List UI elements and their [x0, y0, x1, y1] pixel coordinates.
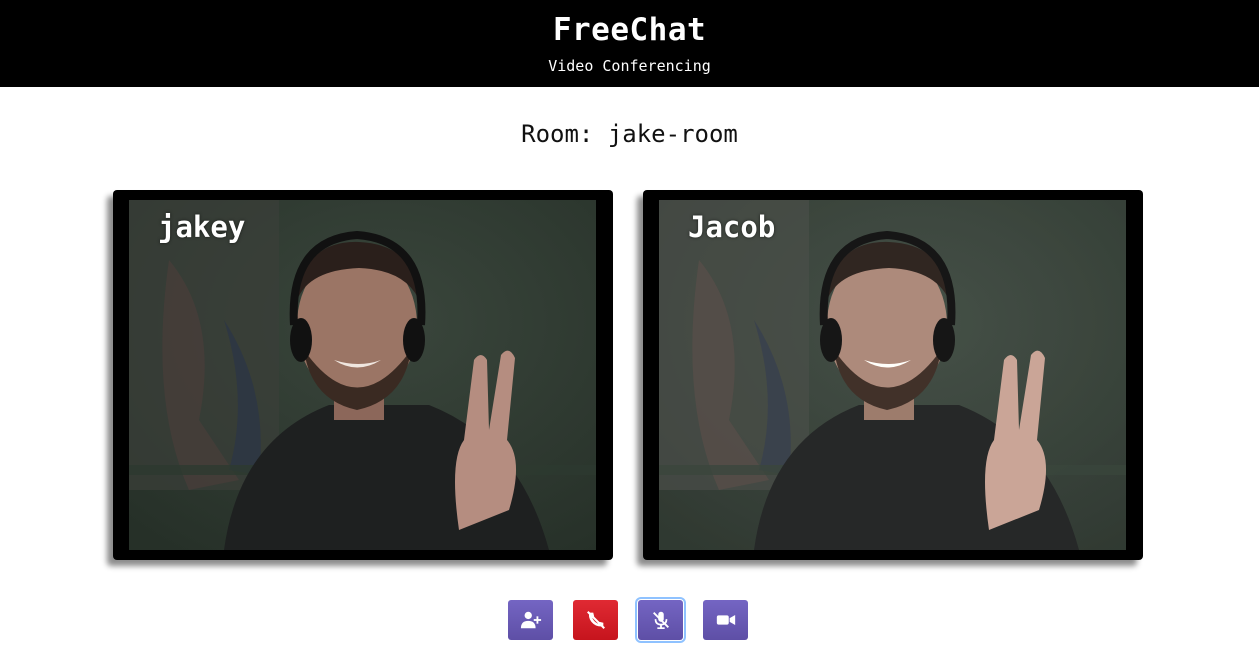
- mute-button[interactable]: [635, 597, 686, 643]
- participant-name: jakey: [158, 210, 246, 244]
- add-user-button[interactable]: [508, 600, 553, 640]
- app-subtitle: Video Conferencing: [548, 57, 711, 75]
- video-feed: [659, 200, 1126, 550]
- webcam-image: [129, 200, 596, 550]
- call-controls: [0, 597, 1259, 643]
- room-label: Room: jake-room: [521, 120, 738, 148]
- video-toggle-button[interactable]: [703, 600, 748, 640]
- app-title: FreeChat: [552, 12, 707, 48]
- app-header: FreeChat Video Conferencing: [0, 0, 1259, 87]
- phone-hangup-icon: [586, 611, 605, 629]
- webcam-image: [659, 200, 1126, 550]
- add-user-icon: [520, 611, 541, 629]
- participant-name: Jacob: [688, 210, 776, 244]
- video-tile-local: jakey: [113, 190, 613, 560]
- microphone-muted-icon: [652, 611, 669, 629]
- video-camera-icon: [716, 614, 735, 626]
- video-feed: [129, 200, 596, 550]
- video-tile-remote: Jacob: [643, 190, 1143, 560]
- hang-up-button[interactable]: [573, 600, 618, 640]
